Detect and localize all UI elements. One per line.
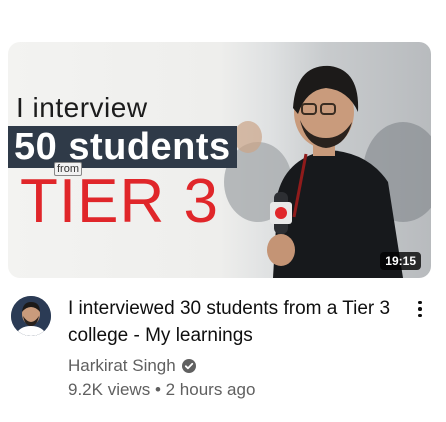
menu-dot	[418, 307, 422, 311]
more-vert-icon[interactable]	[408, 296, 432, 322]
verified-check-icon	[181, 359, 196, 373]
channel-name[interactable]: Harkirat Singh	[68, 356, 176, 376]
thumbnail-title-line1: I interview	[16, 92, 148, 123]
menu-dot	[418, 300, 422, 305]
thumbnail-title-line3: TIER 3	[20, 167, 219, 236]
avatar-icon	[11, 296, 51, 336]
channel-row[interactable]: Harkirat Singh	[68, 356, 196, 376]
thumbnail-title-line2: 50 students	[8, 126, 237, 168]
video-thumbnail[interactable]: I interview 50 students from TIER 3 19:1…	[8, 42, 431, 278]
duration-badge: 19:15	[380, 252, 421, 270]
view-count: 9.2K views	[68, 380, 151, 399]
channel-avatar[interactable]	[11, 296, 51, 336]
meta-separator: •	[154, 380, 161, 399]
video-meta: 9.2K views • 2 hours ago	[68, 380, 255, 400]
video-card[interactable]: I interview 50 students from TIER 3 19:1…	[0, 0, 446, 422]
upload-age: 2 hours ago	[165, 380, 256, 399]
menu-dot	[418, 313, 422, 318]
video-title[interactable]: I interviewed 30 students from a Tier 3 …	[68, 295, 402, 349]
